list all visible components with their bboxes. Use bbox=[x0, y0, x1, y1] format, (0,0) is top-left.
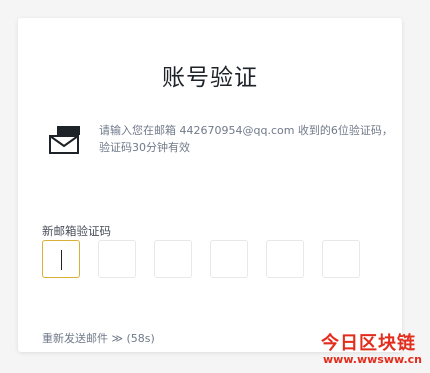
code-digit-2[interactable] bbox=[98, 240, 136, 278]
envelope-icon bbox=[49, 126, 80, 154]
code-input-group bbox=[42, 240, 360, 278]
code-field-label: 新邮箱验证码 bbox=[42, 224, 111, 238]
resend-email[interactable]: 重新发送邮件 ≫ (58s) bbox=[42, 330, 155, 346]
resend-email-link[interactable]: 重新发送邮件 ≫ bbox=[42, 332, 123, 345]
verification-card: 账号验证 请输入您在邮箱 442670954@qq.com 收到的6位验证码，验… bbox=[18, 18, 402, 352]
resend-countdown: (58s) bbox=[126, 332, 155, 345]
code-digit-5[interactable] bbox=[266, 240, 304, 278]
code-digit-1[interactable] bbox=[42, 240, 80, 278]
verification-instructions: 请输入您在邮箱 442670954@qq.com 收到的6位验证码，验证码30分… bbox=[99, 124, 393, 154]
text-caret bbox=[61, 250, 62, 270]
code-digit-4[interactable] bbox=[210, 240, 248, 278]
code-digit-6[interactable] bbox=[322, 240, 360, 278]
code-digit-3[interactable] bbox=[154, 240, 192, 278]
watermark-url: www.wwsww.cn bbox=[323, 353, 422, 366]
page-title: 账号验证 bbox=[162, 65, 258, 91]
watermark-title: 今日区块链 bbox=[321, 333, 416, 354]
